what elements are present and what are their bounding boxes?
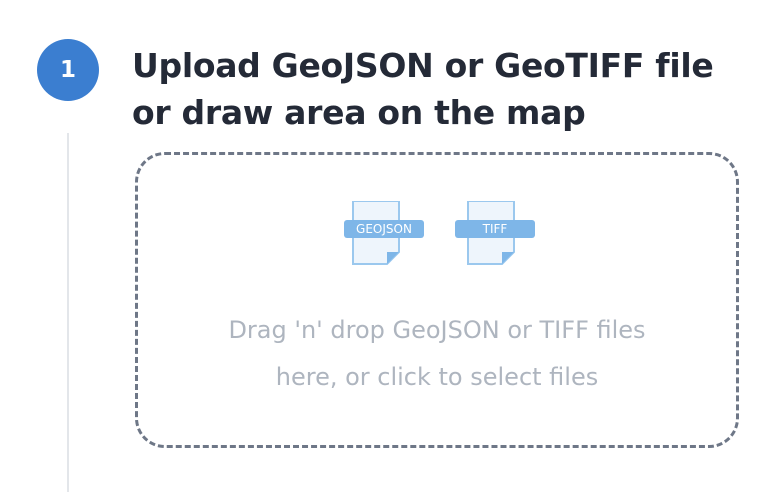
step-title-line-1: Upload GeoJSON or GeoTIFF file (132, 46, 714, 85)
step-timeline-line (67, 133, 69, 492)
step-title: Upload GeoJSON or GeoTIFF file or draw a… (132, 42, 752, 136)
geojson-file-icon: GEOJSON (344, 201, 424, 271)
file-dropzone[interactable]: GEOJSON TIFF Drag 'n' drop GeoJSON or TI… (135, 152, 739, 448)
tiff-file-label: TIFF (455, 220, 535, 238)
step-number-badge: 1 (37, 39, 99, 101)
dropzone-text-line-2: here, or click to select files (275, 363, 599, 391)
dropzone-text-line-1: Drag 'n' drop GeoJSON or TIFF files (228, 316, 646, 344)
tiff-file-icon: TIFF (455, 201, 535, 271)
step-title-line-2: or draw area on the map (132, 93, 586, 132)
dropzone-instructions: Drag 'n' drop GeoJSON or TIFF files here… (138, 307, 736, 401)
upload-step-page: 1 Upload GeoJSON or GeoTIFF file or draw… (0, 0, 776, 492)
geojson-file-label: GEOJSON (344, 220, 424, 238)
